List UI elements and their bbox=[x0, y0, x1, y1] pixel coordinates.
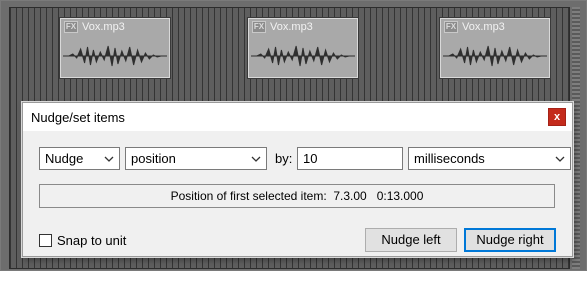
waveform-icon bbox=[443, 35, 547, 77]
item-header: FX Vox.mp3 bbox=[249, 19, 357, 35]
by-label: by: bbox=[275, 151, 293, 166]
dialog-titlebar[interactable]: Nudge/set items x bbox=[23, 103, 572, 131]
mode-select[interactable]: Nudge bbox=[39, 147, 120, 170]
snap-to-unit-label: Snap to unit bbox=[57, 232, 127, 248]
chevron-down-icon bbox=[104, 156, 114, 162]
chevron-down-icon bbox=[555, 156, 565, 162]
unit-select-value: milliseconds bbox=[414, 151, 485, 166]
item-name: Vox.mp3 bbox=[82, 21, 125, 33]
amount-input[interactable]: 10 bbox=[297, 147, 403, 170]
media-item[interactable]: FX Vox.mp3 bbox=[440, 18, 550, 78]
snap-to-unit-checkbox[interactable] bbox=[39, 233, 52, 247]
nudge-left-button[interactable]: Nudge left bbox=[365, 228, 457, 252]
close-icon[interactable]: x bbox=[548, 108, 566, 126]
dialog-title: Nudge/set items bbox=[31, 109, 125, 125]
nudge-set-items-dialog: Nudge/set items x Nudge position by: 10 … bbox=[22, 102, 573, 257]
chevron-down-icon bbox=[251, 156, 261, 162]
unit-select[interactable]: milliseconds bbox=[408, 147, 571, 170]
fx-icon[interactable]: FX bbox=[64, 21, 78, 33]
fx-icon[interactable]: FX bbox=[444, 21, 458, 33]
vertical-scrollbar[interactable] bbox=[572, 7, 580, 269]
waveform-icon bbox=[251, 35, 355, 77]
nudge-right-button[interactable]: Nudge right bbox=[464, 228, 556, 252]
media-item[interactable]: FX Vox.mp3 bbox=[248, 18, 358, 78]
position-status-text: Position of first selected item: 7.3.00 … bbox=[170, 189, 424, 203]
item-header: FX Vox.mp3 bbox=[441, 19, 549, 35]
amount-input-value: 10 bbox=[303, 151, 318, 166]
fx-icon[interactable]: FX bbox=[252, 21, 266, 33]
target-select[interactable]: position bbox=[125, 147, 267, 170]
target-select-value: position bbox=[131, 151, 176, 166]
item-header: FX Vox.mp3 bbox=[61, 19, 169, 35]
media-item[interactable]: FX Vox.mp3 bbox=[60, 18, 170, 78]
item-name: Vox.mp3 bbox=[270, 21, 313, 33]
item-name: Vox.mp3 bbox=[462, 21, 505, 33]
position-status: Position of first selected item: 7.3.00 … bbox=[39, 184, 555, 208]
mode-select-value: Nudge bbox=[45, 151, 84, 166]
waveform-icon bbox=[63, 35, 167, 77]
snap-to-unit-option[interactable]: Snap to unit bbox=[39, 232, 126, 248]
